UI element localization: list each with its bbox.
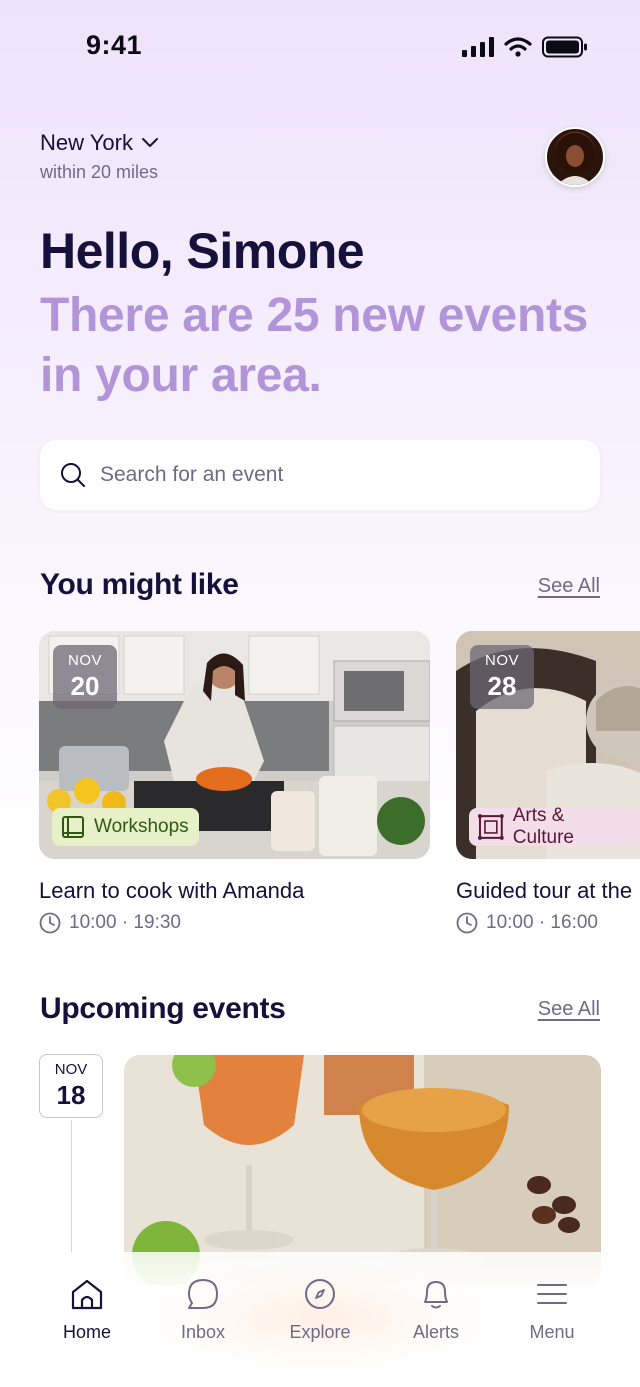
compass-icon: [305, 1279, 335, 1309]
bell-icon: [424, 1281, 448, 1309]
event-title: Guided tour at the: [456, 878, 633, 903]
event-time: 10:00 · 19:30: [39, 912, 181, 934]
chevron-down-icon: [141, 138, 158, 147]
nav-alerts-label: Alerts: [412, 1322, 459, 1342]
event-title: Learn to cook with Amanda: [39, 878, 305, 903]
event-date-badge: NOV 28: [470, 645, 534, 709]
you-might-like-title: You might like: [40, 568, 239, 601]
location-city: New York: [40, 130, 133, 155]
event-time-text: 10:00 · 16:00: [486, 912, 598, 933]
upcoming-day: 18: [56, 1080, 86, 1110]
event-day: 20: [70, 671, 100, 701]
battery-icon: [542, 36, 587, 58]
avatar[interactable]: [545, 127, 605, 187]
upcoming-date-badge: NOV 18: [39, 1054, 103, 1118]
event-date-badge: NOV 20: [53, 645, 117, 709]
event-card[interactable]: NOV 28 Arts & Culture Guided tour at the…: [456, 631, 640, 951]
event-card[interactable]: NOV 20 Workshops Learn to cook with Aman…: [39, 631, 430, 934]
nav-explore[interactable]: Explore: [265, 1276, 375, 1343]
timeline-line: [71, 1120, 72, 1260]
nav-home[interactable]: Home: [32, 1276, 142, 1343]
events-count-subheading: There are 25 new events in your area.: [40, 289, 589, 402]
cocktail-photo-icon: [124, 1055, 601, 1285]
menu-icon: [537, 1284, 567, 1304]
nav-alerts[interactable]: Alerts: [381, 1276, 491, 1343]
event-time: 10:00 · 16:00: [456, 912, 598, 934]
signal-icon: [462, 37, 494, 57]
category-tag-arts: Arts & Culture: [469, 805, 640, 848]
nav-explore-label: Explore: [289, 1322, 351, 1342]
greeting-title: Hello, Simone: [40, 223, 365, 279]
location-radius: within 20 miles: [40, 162, 159, 182]
nav-inbox-label: Inbox: [180, 1322, 226, 1342]
search-bar[interactable]: [40, 440, 600, 510]
upcoming-event-card[interactable]: [124, 1055, 601, 1285]
clock-icon: [456, 912, 478, 934]
category-tag-workshops: Workshops: [52, 808, 199, 846]
chat-icon: [188, 1279, 218, 1309]
event-month: NOV: [484, 652, 519, 669]
nav-menu-label: Menu: [529, 1322, 575, 1342]
wifi-icon: [504, 37, 532, 57]
nav-menu[interactable]: Menu: [497, 1276, 607, 1343]
search-icon: [61, 463, 85, 487]
event-day: 28: [487, 671, 517, 701]
see-all-upcoming-link[interactable]: See All: [538, 998, 600, 1021]
profile-photo-icon: [555, 133, 595, 185]
location-selector[interactable]: New York: [40, 130, 159, 156]
event-time-text: 10:00 · 19:30: [69, 912, 181, 933]
status-time: 9:41: [86, 30, 143, 60]
see-all-recommended-link[interactable]: See All: [538, 575, 600, 598]
event-month: NOV: [67, 652, 102, 669]
upcoming-events-title: Upcoming events: [40, 992, 286, 1025]
upcoming-month: NOV: [54, 1061, 88, 1078]
home-icon: [71, 1279, 103, 1310]
nav-home-label: Home: [62, 1322, 111, 1342]
category-tag-label: Workshops: [94, 816, 189, 837]
book-icon: [62, 816, 84, 838]
status-icons: [462, 36, 588, 58]
search-input[interactable]: [98, 462, 582, 488]
clock-icon: [39, 912, 61, 934]
frame-icon: [477, 814, 504, 840]
nav-inbox[interactable]: Inbox: [148, 1276, 258, 1343]
category-tag-label: Arts & Culture: [512, 805, 574, 848]
